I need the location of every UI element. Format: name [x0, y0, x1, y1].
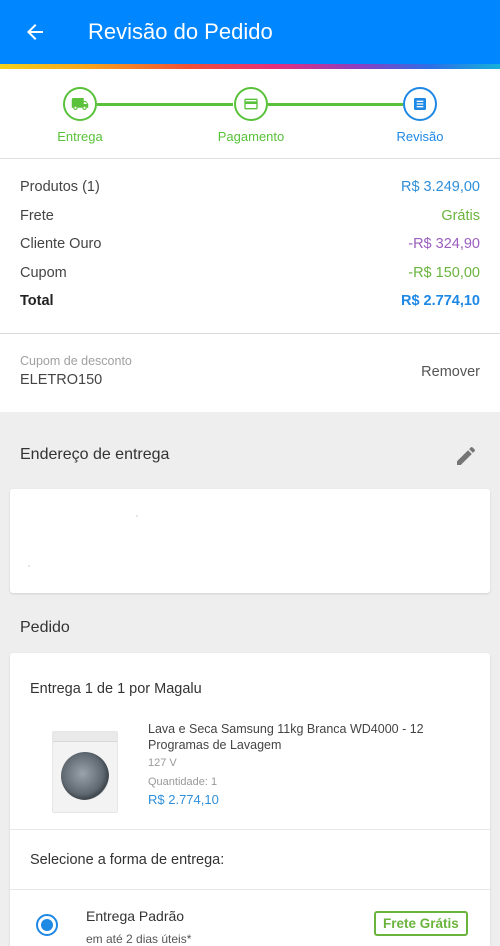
- free-shipping-badge: Frete Grátis: [374, 911, 468, 936]
- coupon-code: ELETRO150: [20, 372, 103, 388]
- redacted-mark: [136, 515, 138, 517]
- address-section-title: Endereço de entrega: [20, 446, 170, 463]
- redacted-mark: [28, 565, 30, 567]
- washer-control-panel: [53, 732, 117, 742]
- coupon-caption: Cupom de desconto: [20, 354, 132, 368]
- order-summary: Produtos (1) R$ 3.249,00 Frete Grátis Cl…: [0, 159, 500, 334]
- pencil-icon: [457, 446, 476, 465]
- summary-total-row: Total R$ 2.774,10: [20, 293, 480, 322]
- back-button[interactable]: [0, 0, 70, 64]
- delivery-method-label: Selecione a forma de entrega:: [30, 852, 225, 868]
- summary-row: Produtos (1) R$ 3.249,00: [20, 179, 480, 208]
- step-pagamento[interactable]: Pagamento: [196, 87, 306, 144]
- summary-total-value: R$ 2.774,10: [400, 293, 480, 309]
- summary-value: Grátis: [441, 207, 480, 224]
- summary-value: R$ 3.249,00: [400, 179, 480, 195]
- product-name: Lava e Seca Samsung 11kg Branca WD4000 -…: [148, 722, 424, 752]
- summary-label: Produtos (1): [20, 179, 100, 195]
- checkout-stepper: Entrega Pagamento Revisão: [0, 69, 500, 159]
- step-label: Revisão: [396, 129, 444, 144]
- delivery-option-radio[interactable]: [36, 914, 58, 936]
- step-entrega[interactable]: Entrega: [25, 87, 135, 144]
- step-label: Entrega: [57, 129, 103, 144]
- radio-selected-dot: [41, 919, 53, 931]
- product-voltage: 127 V: [148, 757, 177, 769]
- product-quantity: Quantidade: 1: [148, 776, 218, 788]
- remove-coupon-button[interactable]: Remover: [421, 364, 480, 380]
- summary-label: Frete: [20, 207, 54, 224]
- credit-card-icon: [234, 87, 268, 121]
- edit-address-button[interactable]: [452, 442, 480, 470]
- divider: [10, 829, 490, 830]
- summary-row: Cliente Ouro -R$ 324,90: [20, 236, 480, 265]
- delivery-option-subtitle: em até 2 dias úteis*: [86, 932, 192, 946]
- summary-label: Total: [20, 293, 54, 309]
- summary-value: -R$ 324,90: [408, 236, 480, 252]
- delivery-header: Entrega 1 de 1 por Magalu: [30, 681, 202, 697]
- step-revisao[interactable]: Revisão: [365, 87, 475, 144]
- delivery-option-title: Entrega Padrão: [86, 908, 185, 924]
- summary-value: -R$ 150,00: [408, 264, 480, 281]
- document-icon: [403, 87, 437, 121]
- truck-icon: [63, 87, 97, 121]
- product-image: [52, 731, 118, 813]
- summary-label: Cliente Ouro: [20, 236, 102, 252]
- coupon-section: Cupom de desconto ELETRO150 Remover: [0, 334, 500, 412]
- summary-row: Cupom -R$ 150,00: [20, 265, 480, 294]
- step-label: Pagamento: [217, 129, 285, 144]
- order-section-title: Pedido: [20, 619, 70, 636]
- summary-row: Frete Grátis: [20, 208, 480, 237]
- washer-door: [61, 752, 109, 800]
- page-title: Revisão do Pedido: [88, 19, 273, 44]
- app-bar: Revisão do Pedido: [0, 0, 500, 64]
- divider: [10, 889, 490, 890]
- address-card[interactable]: [10, 489, 490, 593]
- product-price: R$ 2.774,10: [148, 792, 219, 807]
- order-card: Entrega 1 de 1 por Magalu Lava e Seca Sa…: [10, 653, 490, 946]
- summary-label: Cupom: [20, 264, 67, 281]
- arrow-left-icon: [27, 24, 43, 40]
